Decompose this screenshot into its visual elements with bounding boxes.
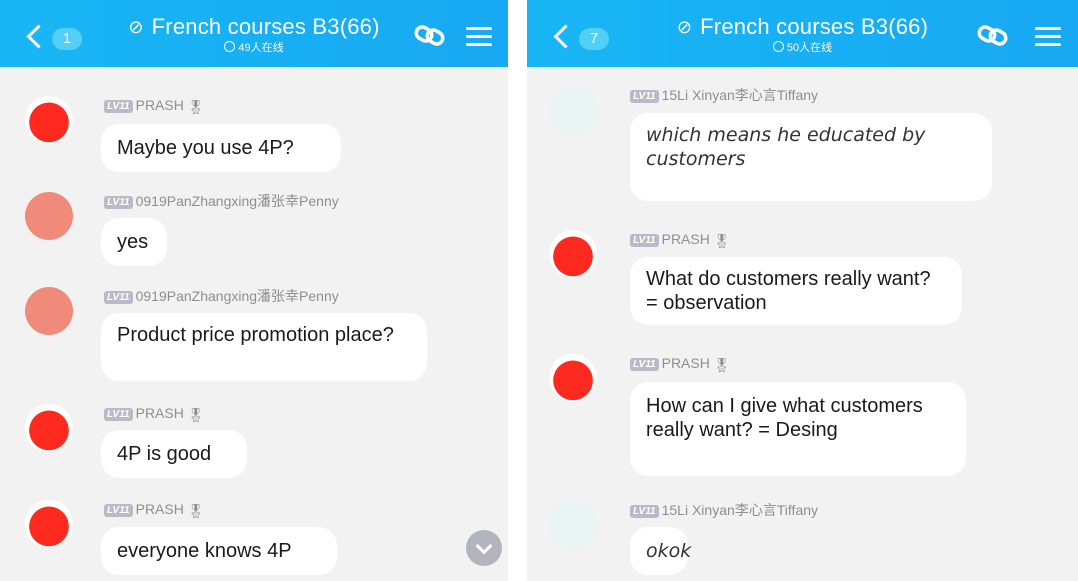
- avatar[interactable]: [25, 500, 73, 548]
- chat-panel-right: 7 ⊘ French courses B3(66) 50人在线 LV11 15Li …: [527, 0, 1078, 581]
- message-meta: LV11 15Li Xinyan李心言Tiffany: [630, 501, 818, 519]
- sender-name[interactable]: 15Li Xinyan李心言Tiffany: [662, 87, 818, 103]
- message-meta: LV11 PRASH 🎖: [104, 96, 205, 115]
- message-text: Maybe you use 4P?: [117, 137, 294, 159]
- message-text: okok: [646, 540, 692, 562]
- sender-name[interactable]: PRASH: [662, 231, 710, 247]
- online-count: 49人在线: [238, 42, 284, 54]
- level-badge: LV11: [104, 504, 133, 517]
- sender-name[interactable]: PRASH: [662, 355, 710, 371]
- message-text: Product price promotion place?: [117, 324, 394, 346]
- sender-name[interactable]: PRASH: [136, 97, 184, 113]
- chat-header: 7 ⊘ French courses B3(66) 50人在线: [527, 0, 1078, 67]
- message-bubble[interactable]: How can I give what customers really wan…: [630, 382, 966, 476]
- level-badge: LV11: [630, 505, 659, 518]
- avatar[interactable]: [25, 404, 73, 452]
- avatar[interactable]: [549, 501, 597, 549]
- message-bubble[interactable]: Maybe you use 4P?: [101, 124, 341, 172]
- chat-title: French courses B3(66): [700, 14, 929, 39]
- link-icon[interactable]: [976, 22, 1010, 48]
- message-text: 4P is good: [117, 443, 212, 465]
- message-text: What do customers really want? = observa…: [646, 268, 931, 314]
- message-bubble[interactable]: yes: [101, 218, 167, 266]
- message-bubble[interactable]: Product price promotion place?: [101, 313, 427, 381]
- message-bubble[interactable]: 4P is good: [101, 430, 247, 478]
- sender-name[interactable]: 15Li Xinyan李心言Tiffany: [662, 502, 818, 518]
- avatar[interactable]: [549, 230, 597, 278]
- level-badge: LV11: [104, 408, 133, 421]
- sender-name[interactable]: 0919PanZhangxing潘张幸Penny: [136, 288, 339, 304]
- message-meta: LV11 PRASH 🎖: [104, 404, 205, 423]
- message-meta: LV11 0919PanZhangxing潘张幸Penny: [104, 192, 339, 210]
- message-meta: LV11 PRASH 🎖: [104, 500, 205, 519]
- sender-name[interactable]: PRASH: [136, 405, 184, 421]
- message-text: How can I give what customers really wan…: [646, 395, 923, 441]
- menu-icon[interactable]: [466, 24, 492, 46]
- avatar[interactable]: [25, 192, 73, 240]
- message-bubble[interactable]: What do customers really want? = observa…: [630, 257, 962, 325]
- level-badge: LV11: [630, 234, 659, 247]
- message-meta: LV11 0919PanZhangxing潘张幸Penny: [104, 287, 339, 305]
- online-count: 50人在线: [786, 42, 833, 54]
- message-bubble[interactable]: everyone knows 4P: [101, 527, 337, 575]
- group-icon: ⊘: [128, 17, 144, 37]
- message-bubble[interactable]: okok: [630, 527, 692, 575]
- level-badge: LV11: [630, 358, 659, 371]
- level-badge: LV11: [104, 100, 133, 113]
- chat-title: French courses B3(66): [151, 14, 380, 39]
- level-badge: LV11: [104, 291, 133, 304]
- message-text: which means he educated by customers: [646, 124, 926, 170]
- message-meta: LV11 15Li Xinyan李心言Tiffany: [630, 86, 818, 104]
- avatar[interactable]: [549, 354, 597, 402]
- avatar[interactable]: [549, 86, 597, 134]
- medal-icon: 🎖: [712, 233, 731, 249]
- message-text: everyone knows 4P: [117, 540, 292, 562]
- chat-panel-left: 1 ⊘ French courses B3(66) 49人在线 LV11 PRASH…: [0, 0, 508, 581]
- chat-header: 1 ⊘ French courses B3(66) 49人在线: [0, 0, 508, 67]
- online-icon: [772, 41, 784, 52]
- medal-icon: 🎖: [186, 407, 205, 423]
- avatar[interactable]: [25, 96, 73, 144]
- menu-icon[interactable]: [1035, 24, 1061, 46]
- sender-name[interactable]: PRASH: [136, 501, 184, 517]
- medal-icon: 🎖: [186, 503, 205, 519]
- sender-name[interactable]: 0919PanZhangxing潘张幸Penny: [136, 193, 339, 209]
- online-icon: [224, 41, 236, 52]
- level-badge: LV11: [104, 196, 133, 209]
- message-meta: LV11 PRASH 🎖: [630, 230, 731, 249]
- level-badge: LV11: [630, 90, 659, 103]
- link-icon[interactable]: [413, 22, 447, 48]
- scroll-down-icon[interactable]: [466, 530, 502, 566]
- avatar[interactable]: [25, 287, 73, 335]
- medal-icon: 🎖: [712, 357, 731, 373]
- message-text: yes: [117, 231, 149, 253]
- message-bubble[interactable]: which means he educated by customers: [630, 113, 992, 201]
- group-icon: ⊘: [676, 17, 693, 37]
- message-meta: LV11 PRASH 🎖: [630, 354, 731, 373]
- medal-icon: 🎖: [186, 99, 205, 115]
